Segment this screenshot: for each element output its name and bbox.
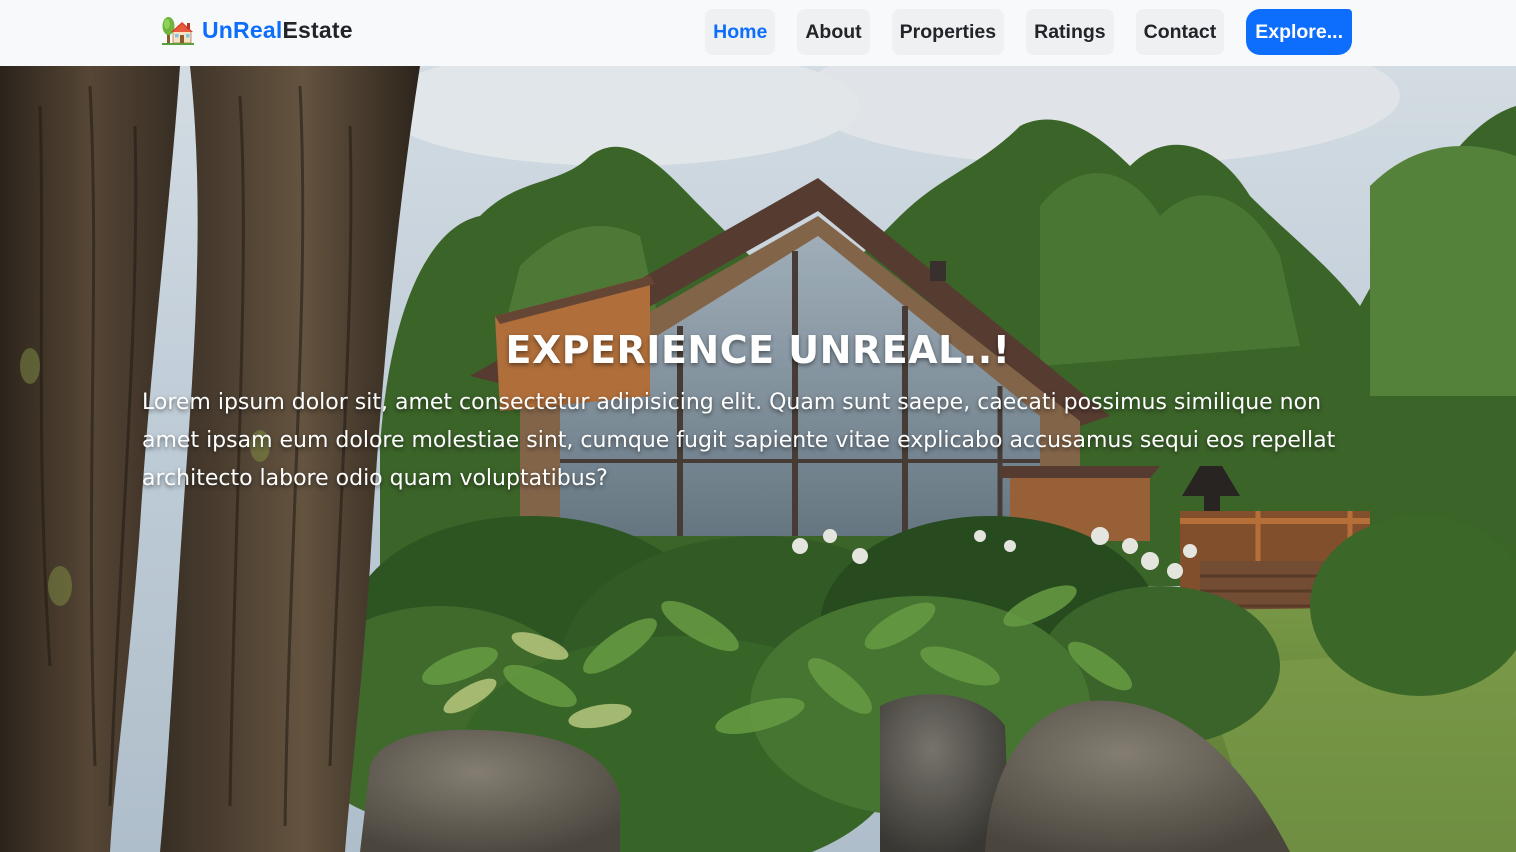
brand-name: UnRealEstate bbox=[202, 17, 353, 44]
brand-name-part-2: Estate bbox=[282, 16, 353, 43]
brand-logo-link[interactable]: UnRealEstate bbox=[162, 14, 353, 46]
brand-name-part-1: UnReal bbox=[202, 16, 283, 43]
nav-about[interactable]: About bbox=[797, 9, 870, 55]
hero-section: EXPERIENCE UNREAL..! Lorem ipsum dolor s… bbox=[0, 66, 1516, 852]
hero-title: EXPERIENCE UNREAL..! bbox=[505, 328, 1011, 372]
hero-description: Lorem ipsum dolor sit, amet consectetur … bbox=[142, 390, 1336, 491]
nav-properties[interactable]: Properties bbox=[891, 9, 1005, 55]
explore-button[interactable]: Explore... bbox=[1246, 9, 1352, 55]
house-tree-icon bbox=[162, 15, 194, 45]
nav-contact[interactable]: Contact bbox=[1135, 9, 1225, 55]
nav-ratings[interactable]: Ratings bbox=[1026, 9, 1114, 55]
nav-home[interactable]: Home bbox=[705, 9, 776, 55]
main-nav: Home About Properties Ratings Contact Ex… bbox=[705, 9, 1352, 55]
navbar: UnRealEstate Home About Properties Ratin… bbox=[0, 0, 1516, 66]
